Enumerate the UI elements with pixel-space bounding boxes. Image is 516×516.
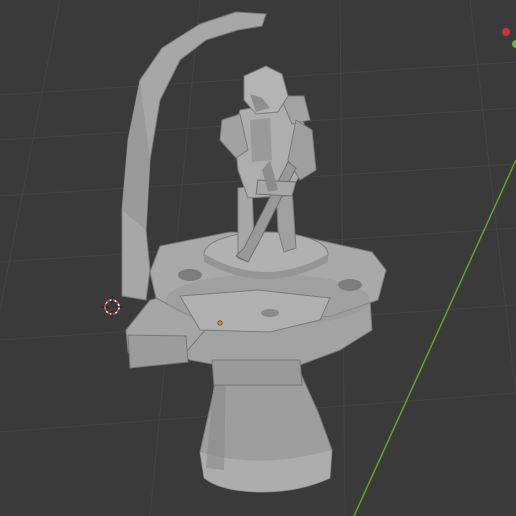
3d-viewport[interactable] [0,0,516,516]
object-origin-icon [217,320,223,326]
y-axis-gizmo-icon[interactable] [512,40,516,48]
y-axis-line [353,159,516,516]
viewport-canvas[interactable] [0,0,516,516]
x-axis-gizmo-icon[interactable] [502,28,510,36]
3d-cursor-icon[interactable] [101,296,123,318]
